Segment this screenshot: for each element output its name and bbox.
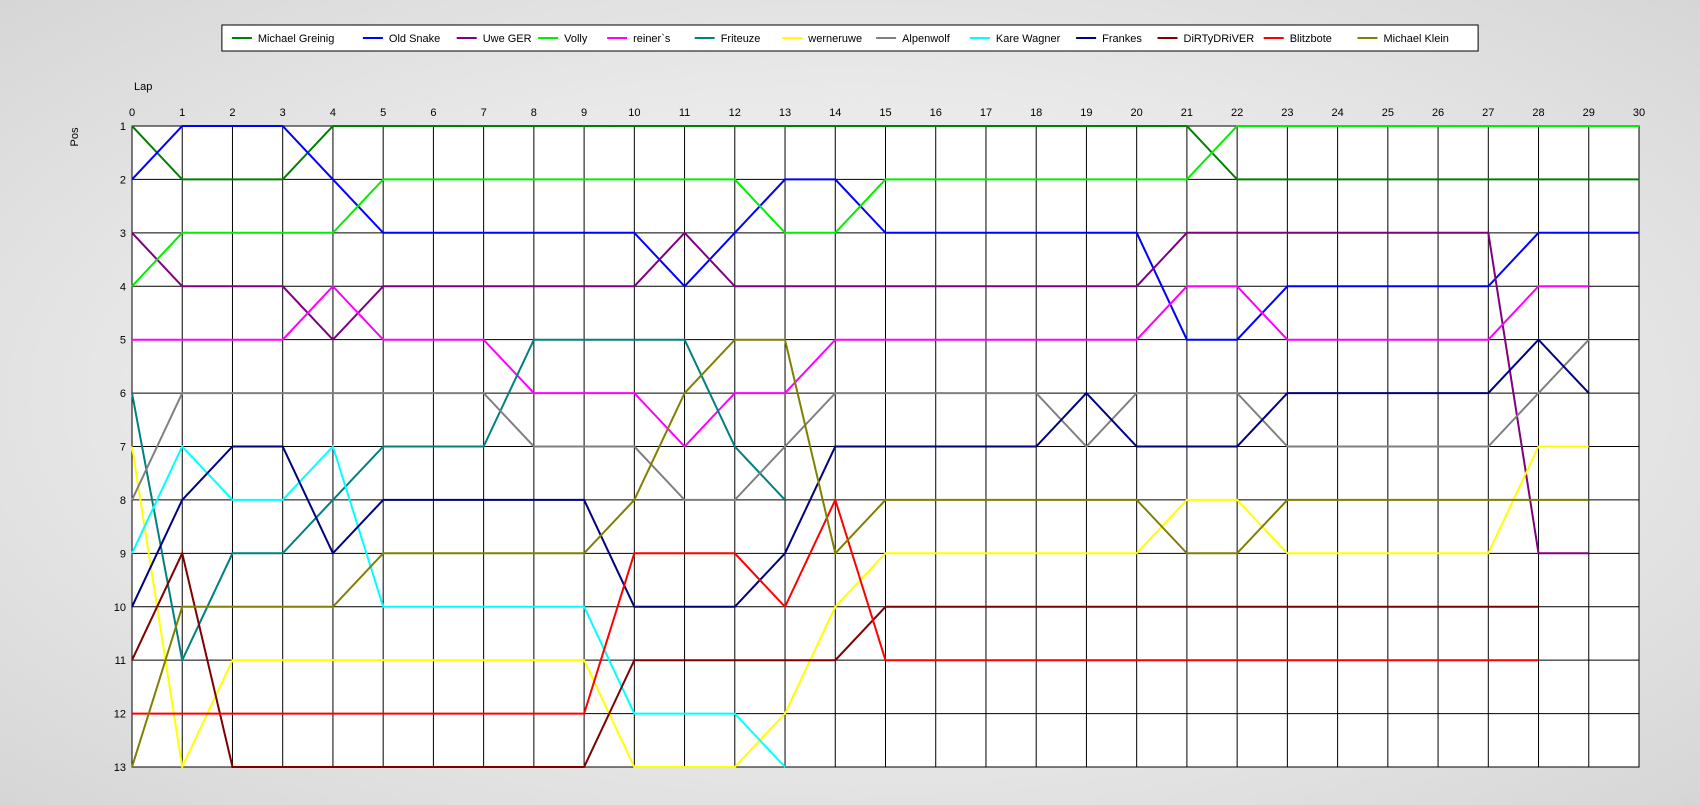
x-tick-label: 25 (1382, 107, 1394, 119)
legend-label: Alpenwolf (902, 33, 951, 45)
x-tick-label: 13 (779, 107, 791, 119)
legend-label: Michael Greinig (258, 33, 334, 45)
x-tick-label: 28 (1532, 107, 1544, 119)
x-tick-label: 22 (1231, 107, 1243, 119)
y-tick-label: 1 (120, 121, 126, 133)
x-tick-label: 19 (1080, 107, 1092, 119)
lap-position-chart: Michael Greinig Old Snake Uwe GER Volly rein… (69, 24, 1645, 774)
chart-container: Michael Greinig Old Snake Uwe GER Volly rein… (0, 0, 1700, 800)
y-tick-label: 8 (120, 495, 126, 507)
y-tick-label: 10 (114, 602, 126, 614)
y-tick-label: 2 (120, 174, 126, 186)
y-tick-label: 6 (120, 388, 126, 400)
x-tick-label: 0 (129, 107, 135, 119)
x-tick-label: 12 (729, 107, 741, 119)
x-tick-label: 26 (1432, 107, 1444, 119)
y-tick-label: 7 (120, 442, 126, 454)
x-tick-label: 7 (481, 107, 487, 119)
legend-label: werneruwe (807, 33, 862, 45)
x-tick-label: 17 (980, 107, 992, 119)
x-tick-label: 21 (1181, 107, 1193, 119)
x-tick-label: 16 (930, 107, 942, 119)
x-tick-label: 2 (229, 107, 235, 119)
legend-label: Frankes (1102, 33, 1142, 45)
legend-label: DiRTyDRiVER (1184, 33, 1255, 45)
x-tick-label: 30 (1633, 107, 1645, 119)
legend-label: Old Snake (389, 33, 440, 45)
y-tick-label: 13 (114, 762, 126, 774)
x-tick-label: 27 (1482, 107, 1494, 119)
legend-label: Volly (564, 33, 588, 45)
x-tick-label: 9 (581, 107, 587, 119)
legend-label: Friteuze (721, 33, 761, 45)
legend-label: Kare Wagner (996, 33, 1061, 45)
y-tick-label: 9 (120, 548, 126, 560)
y-tick-label: 11 (115, 655, 126, 667)
x-tick-label: 18 (1030, 107, 1042, 119)
x-tick-label: 24 (1331, 107, 1343, 119)
x-tick-label: 10 (628, 107, 640, 119)
legend-label: Uwe GER (483, 33, 532, 45)
x-axis-label: Lap (134, 81, 152, 93)
legend-label: reiner`s (633, 33, 671, 45)
y-tick-label: 5 (120, 335, 126, 347)
x-tick-label: 23 (1281, 107, 1293, 119)
y-tick-label: 3 (120, 228, 126, 240)
x-tick-label: 5 (380, 107, 386, 119)
x-tick-label: 15 (879, 107, 891, 119)
legend: Michael Greinig Old Snake Uwe GER Volly rein… (221, 24, 1479, 52)
x-tick-label: 6 (430, 107, 436, 119)
legend-label: Blitzbote (1290, 33, 1332, 45)
x-tick-label: 20 (1131, 107, 1143, 119)
y-tick-label: 4 (120, 281, 126, 293)
x-tick-label: 14 (829, 107, 841, 119)
y-axis-label: Pos (69, 127, 81, 146)
x-tick-label: 1 (179, 107, 185, 119)
x-tick-label: 8 (531, 107, 537, 119)
x-tick-label: 11 (679, 107, 690, 119)
y-tick-label: 12 (114, 709, 126, 721)
x-tick-label: 3 (280, 107, 286, 119)
x-tick-label: 4 (330, 107, 336, 119)
x-tick-label: 29 (1583, 107, 1595, 119)
legend-label: Michael Klein (1384, 33, 1449, 45)
